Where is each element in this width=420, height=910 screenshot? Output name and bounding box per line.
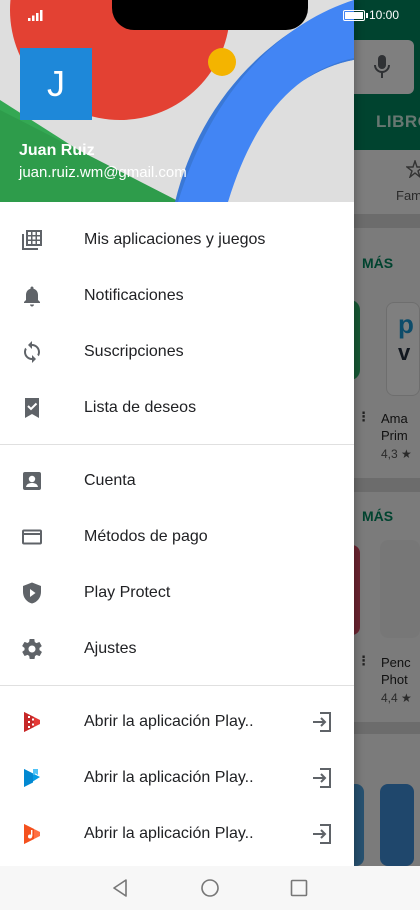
menu-item-my-apps[interactable]: Mis aplicaciones y juegos	[0, 212, 354, 268]
menu-item-account[interactable]: Cuenta	[0, 453, 354, 509]
menu-item-label: Notificaciones	[84, 287, 184, 304]
menu-item-open-play-books[interactable]: Abrir la aplicación Play..	[0, 750, 354, 806]
navigation-drawer: J Juan Ruiz juan.ruiz.wm@gmail.com Mis a…	[0, 0, 354, 866]
account-header[interactable]: J Juan Ruiz juan.ruiz.wm@gmail.com	[0, 0, 354, 202]
menu-item-open-play-music[interactable]: Abrir la aplicación Play..	[0, 806, 354, 862]
menu-item-subscriptions[interactable]: Suscripciones	[0, 324, 354, 380]
camera-notch	[112, 0, 308, 30]
back-icon[interactable]	[109, 877, 131, 899]
menu-item-wishlist[interactable]: Lista de deseos	[0, 380, 354, 436]
play-movies-icon	[24, 712, 40, 732]
menu-item-label: Cuenta	[84, 472, 136, 489]
menu-item-label: Suscripciones	[84, 343, 184, 360]
bell-icon	[24, 286, 40, 307]
avatar-letter: J	[47, 63, 65, 104]
menu-item-settings[interactable]: Ajustes	[0, 621, 354, 677]
menu-item-open-play-movies[interactable]: Abrir la aplicación Play..	[0, 694, 354, 750]
recents-icon[interactable]	[288, 877, 310, 899]
menu-item-label: Abrir la aplicación Play..	[84, 713, 254, 730]
account-email: juan.ruiz.wm@gmail.com	[19, 164, 187, 181]
menu-item-label: Play Protect	[84, 584, 171, 601]
menu-item-label: Métodos de pago	[84, 528, 208, 545]
account-name: Juan Ruiz	[19, 142, 95, 159]
refresh-icon	[24, 341, 40, 363]
avatar[interactable]: J	[20, 48, 92, 120]
status-time: 10:00	[369, 8, 400, 22]
gear-icon	[22, 639, 42, 659]
drawer-menu: Mis aplicaciones y juegos Notificaciones…	[0, 212, 354, 862]
bookmark-check-icon	[25, 398, 39, 418]
credit-card-icon	[22, 529, 42, 545]
account-box-icon	[23, 472, 41, 490]
play-music-icon	[24, 824, 40, 844]
open-app-icon[interactable]	[310, 822, 334, 846]
signal-icon	[28, 10, 43, 21]
menu-item-notifications[interactable]: Notificaciones	[0, 268, 354, 324]
menu-divider	[0, 444, 354, 445]
open-app-icon[interactable]	[310, 766, 334, 790]
menu-item-play-protect[interactable]: Play Protect	[0, 565, 354, 621]
menu-item-label: Abrir la aplicación Play..	[84, 825, 254, 842]
apps-grid-icon	[22, 230, 42, 250]
shield-play-icon	[23, 582, 41, 604]
menu-item-payment-methods[interactable]: Métodos de pago	[0, 509, 354, 565]
status-bar: 10:00	[0, 0, 420, 30]
open-app-icon[interactable]	[310, 710, 334, 734]
battery-icon	[343, 10, 368, 21]
home-icon[interactable]	[199, 877, 221, 899]
menu-item-label: Ajustes	[84, 640, 137, 657]
play-books-icon	[24, 769, 40, 787]
menu-divider	[0, 685, 354, 686]
menu-item-label: Mis aplicaciones y juegos	[84, 231, 266, 248]
menu-item-label: Lista de deseos	[84, 399, 197, 416]
menu-item-label: Abrir la aplicación Play..	[84, 769, 254, 786]
system-navigation-bar	[0, 866, 420, 910]
